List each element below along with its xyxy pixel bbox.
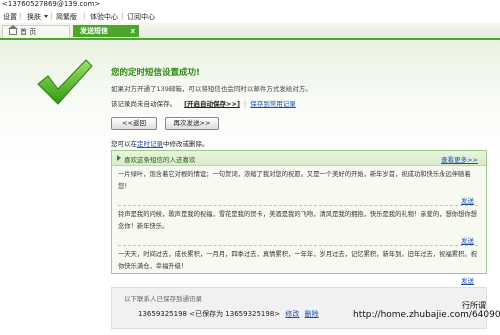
- menu-settings[interactable]: 设置: [3, 12, 17, 22]
- divider: [118, 245, 478, 246]
- tab-bar: 首 页 发送短信 x: [0, 23, 500, 41]
- recommend-message: 一片绿叶，饱含着它对根的情谊；一句贺词，浓缩了我对您的祝愿。又是一个美好的开始，…: [118, 171, 471, 190]
- contact-text: 13659325198 <已保存为 13659325198>: [138, 310, 281, 318]
- draft-status-text: 该记录尚未自动保存。: [111, 100, 176, 108]
- send-link[interactable]: 发送: [461, 235, 474, 245]
- recommend-panel: 喜欢这条短信的人还喜欢 查看更多>> 一片绿叶，饱含着它对根的情谊；一句贺词，浓…: [111, 150, 487, 285]
- account-email: <13760527869@139.com>: [2, 0, 101, 8]
- home-icon: [8, 25, 18, 35]
- delete-contact-link[interactable]: 删除: [305, 310, 319, 318]
- tab-send-sms-label: 发送短信: [80, 27, 108, 35]
- tab-send-sms[interactable]: 发送短信 x: [73, 25, 139, 37]
- draft-status-line: 该记录尚未自动保存。 [开启自动保存>>] | 保存到常用记录: [111, 100, 296, 108]
- chevron-down-icon[interactable]: [44, 15, 48, 18]
- back-button[interactable]: <<返回: [111, 117, 157, 130]
- success-check-icon: [37, 59, 93, 105]
- hint-line: 您可以在定时记录中修改或删除。: [111, 140, 209, 148]
- close-icon[interactable]: x: [130, 25, 135, 37]
- tab-home-label: 首 页: [20, 28, 37, 36]
- send-link[interactable]: 发送: [461, 275, 474, 285]
- recommend-message: 铃声是我的问候，歌声是我的祝福，雪花是我的贺卡，美酒是我的飞吻，清风是我的拥抱，…: [118, 211, 477, 230]
- auto-save-link[interactable]: [开启自动保存>>]: [184, 100, 240, 108]
- watermark-url: http://home.zhubajie.com/6409039/: [353, 310, 500, 320]
- recommend-message: 一天天，时间过去，成长累积，一月月，四季过去，真情累积，一年年，岁月过去，记忆累…: [118, 251, 477, 270]
- divider: [118, 205, 478, 206]
- menu-skin[interactable]: 换肤: [27, 12, 41, 22]
- recommend-title: 喜欢这条短信的人还喜欢: [124, 156, 196, 164]
- tab-home[interactable]: 首 页: [2, 25, 70, 38]
- menu-experience-center[interactable]: 体验中心: [90, 12, 118, 22]
- menu-simple-version[interactable]: 简繁版: [56, 12, 77, 22]
- edit-contact-link[interactable]: 修改: [285, 310, 299, 318]
- scheduled-records-link[interactable]: 定时记录: [137, 140, 163, 148]
- resend-button[interactable]: 再次发送>>: [165, 117, 219, 130]
- success-title: 您的定时短信设置成功!: [111, 68, 200, 78]
- send-link[interactable]: 发送: [461, 195, 474, 205]
- menu-bar: 设置 | 换肤 | 简繁版 | 体验中心 | 订阅中心: [0, 10, 500, 22]
- contact-row: 13659325198 <已保存为 13659325198> 修改 删除: [138, 309, 319, 319]
- view-more-link[interactable]: 查看更多>>: [441, 154, 478, 164]
- triangle-bullet-icon: [117, 155, 121, 161]
- menu-subscription-center[interactable]: 订阅中心: [127, 12, 155, 22]
- recommend-header: 喜欢这条短信的人还喜欢 查看更多>>: [112, 151, 486, 166]
- success-info: 如果对方开通了139邮箱，可以将短信也会同时以邮件方式发给对方。: [111, 85, 312, 93]
- saved-contacts-box: 以下联系人已保存到通讯录 13659325198 <已保存为 136593251…: [111, 287, 487, 329]
- saved-contacts-title: 以下联系人已保存到通讯录: [124, 295, 202, 303]
- save-common-link[interactable]: 保存到常用记录: [250, 100, 296, 108]
